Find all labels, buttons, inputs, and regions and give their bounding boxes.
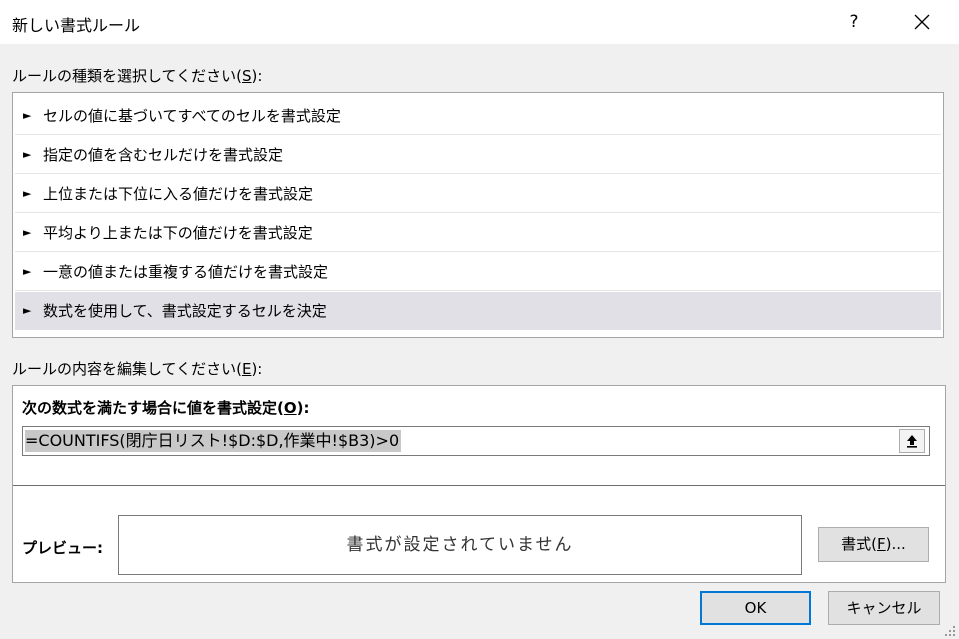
title-bar: 新しい書式ルール ? (0, 0, 959, 44)
ok-button[interactable]: OK (700, 591, 811, 625)
help-button[interactable]: ? (834, 6, 874, 38)
rule-type-item[interactable]: ► 一意の値または重複する値だけを書式設定 (15, 253, 941, 291)
dialog-title: 新しい書式ルール (12, 16, 141, 35)
formula-caption: 次の数式を満たす場合に値を書式設定(O): (22, 399, 310, 417)
rule-type-item-label: セルの値に基づいてすべてのセルを書式設定 (43, 107, 341, 125)
rule-type-item[interactable]: ► 上位または下位に入る値だけを書式設定 (15, 175, 941, 213)
preview-label: プレビュー: (22, 539, 103, 557)
rule-type-item[interactable]: ► セルの値に基づいてすべてのセルを書式設定 (15, 97, 941, 135)
rule-type-item-label: 指定の値を含むセルだけを書式設定 (43, 146, 284, 164)
rule-type-item-label: 上位または下位に入る値だけを書式設定 (43, 185, 314, 203)
resize-grip-icon[interactable] (944, 625, 956, 637)
rule-type-item-label: 平均より上または下の値だけを書式設定 (43, 224, 313, 242)
triangle-right-icon: ► (23, 304, 32, 317)
rule-type-label: ルールの種類を選択してください(S): (12, 67, 263, 85)
formula-input[interactable]: =COUNTIFS(閉庁日リスト!$D:$D,作業中!$B3)>0 (22, 426, 930, 456)
rule-type-item-label: 数式を使用して、書式設定するセルを決定 (43, 302, 327, 320)
triangle-right-icon: ► (23, 187, 32, 200)
rule-type-list[interactable]: ► セルの値に基づいてすべてのセルを書式設定 ► 指定の値を含むセルだけを書式設… (12, 92, 944, 338)
close-button[interactable] (902, 6, 942, 38)
close-icon (914, 14, 930, 30)
formula-value: =COUNTIFS(閉庁日リスト!$D:$D,作業中!$B3)>0 (25, 430, 402, 452)
cancel-button[interactable]: キャンセル (828, 591, 940, 625)
divider (13, 485, 945, 486)
rule-type-item[interactable]: ► 平均より上または下の値だけを書式設定 (15, 214, 941, 252)
preview-box: 書式が設定されていません (118, 515, 802, 575)
rule-description-panel: 次の数式を満たす場合に値を書式設定(O): =COUNTIFS(閉庁日リスト!$… (12, 385, 946, 583)
rule-type-item[interactable]: ► 指定の値を含むセルだけを書式設定 (15, 136, 941, 174)
triangle-right-icon: ► (23, 265, 32, 278)
collapse-dialog-icon (907, 435, 917, 448)
triangle-right-icon: ► (23, 226, 32, 239)
collapse-dialog-button[interactable] (899, 429, 925, 453)
triangle-right-icon: ► (23, 109, 32, 122)
rule-type-item-selected[interactable]: ► 数式を使用して、書式設定するセルを決定 (15, 292, 941, 330)
rule-type-item-label: 一意の値または重複する値だけを書式設定 (43, 263, 329, 281)
format-button[interactable]: 書式(F)... (818, 527, 929, 562)
edit-rule-label: ルールの内容を編集してください(E): (12, 360, 263, 378)
triangle-right-icon: ► (23, 148, 32, 161)
preview-text: 書式が設定されていません (346, 535, 574, 555)
